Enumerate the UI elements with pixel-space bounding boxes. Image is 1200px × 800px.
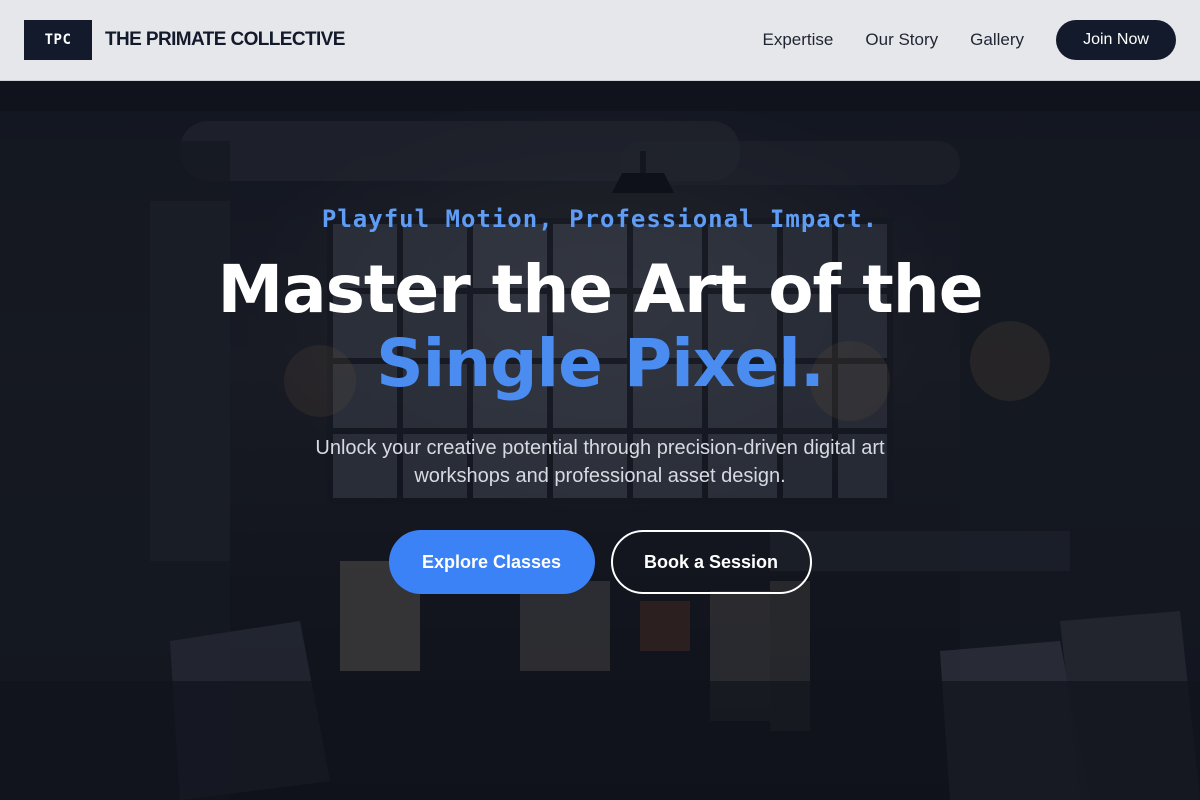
- hero-subtext: Unlock your creative potential through p…: [315, 437, 885, 487]
- explore-classes-button[interactable]: Explore Classes: [388, 530, 595, 594]
- headline-line-2: Single Pixel.: [376, 325, 825, 402]
- join-now-button[interactable]: Join Now: [1056, 20, 1176, 60]
- logo[interactable]: TPC: [24, 20, 92, 60]
- book-session-button[interactable]: Book a Session: [610, 530, 812, 594]
- hero-headline: Master the Art of the Single Pixel.: [0, 253, 1200, 401]
- headline-line-1: Master the Art of the: [217, 251, 983, 328]
- nav-link-gallery[interactable]: Gallery: [970, 30, 1024, 50]
- nav-link-expertise[interactable]: Expertise: [763, 30, 834, 50]
- nav-link-our-story[interactable]: Our Story: [865, 30, 938, 50]
- main-nav: Expertise Our Story Gallery Join Now: [763, 20, 1176, 60]
- hero-tagline: Playful Motion, Professional Impact.: [321, 205, 879, 233]
- hero-section: Playful Motion, Professional Impact. Mas…: [0, 81, 1200, 800]
- hero-cta-row: Explore Classes Book a Session: [0, 530, 1200, 594]
- site-header: TPC THE PRIMATE COLLECTIVE Expertise Our…: [0, 0, 1200, 81]
- brand-name[interactable]: THE PRIMATE COLLECTIVE: [105, 29, 345, 51]
